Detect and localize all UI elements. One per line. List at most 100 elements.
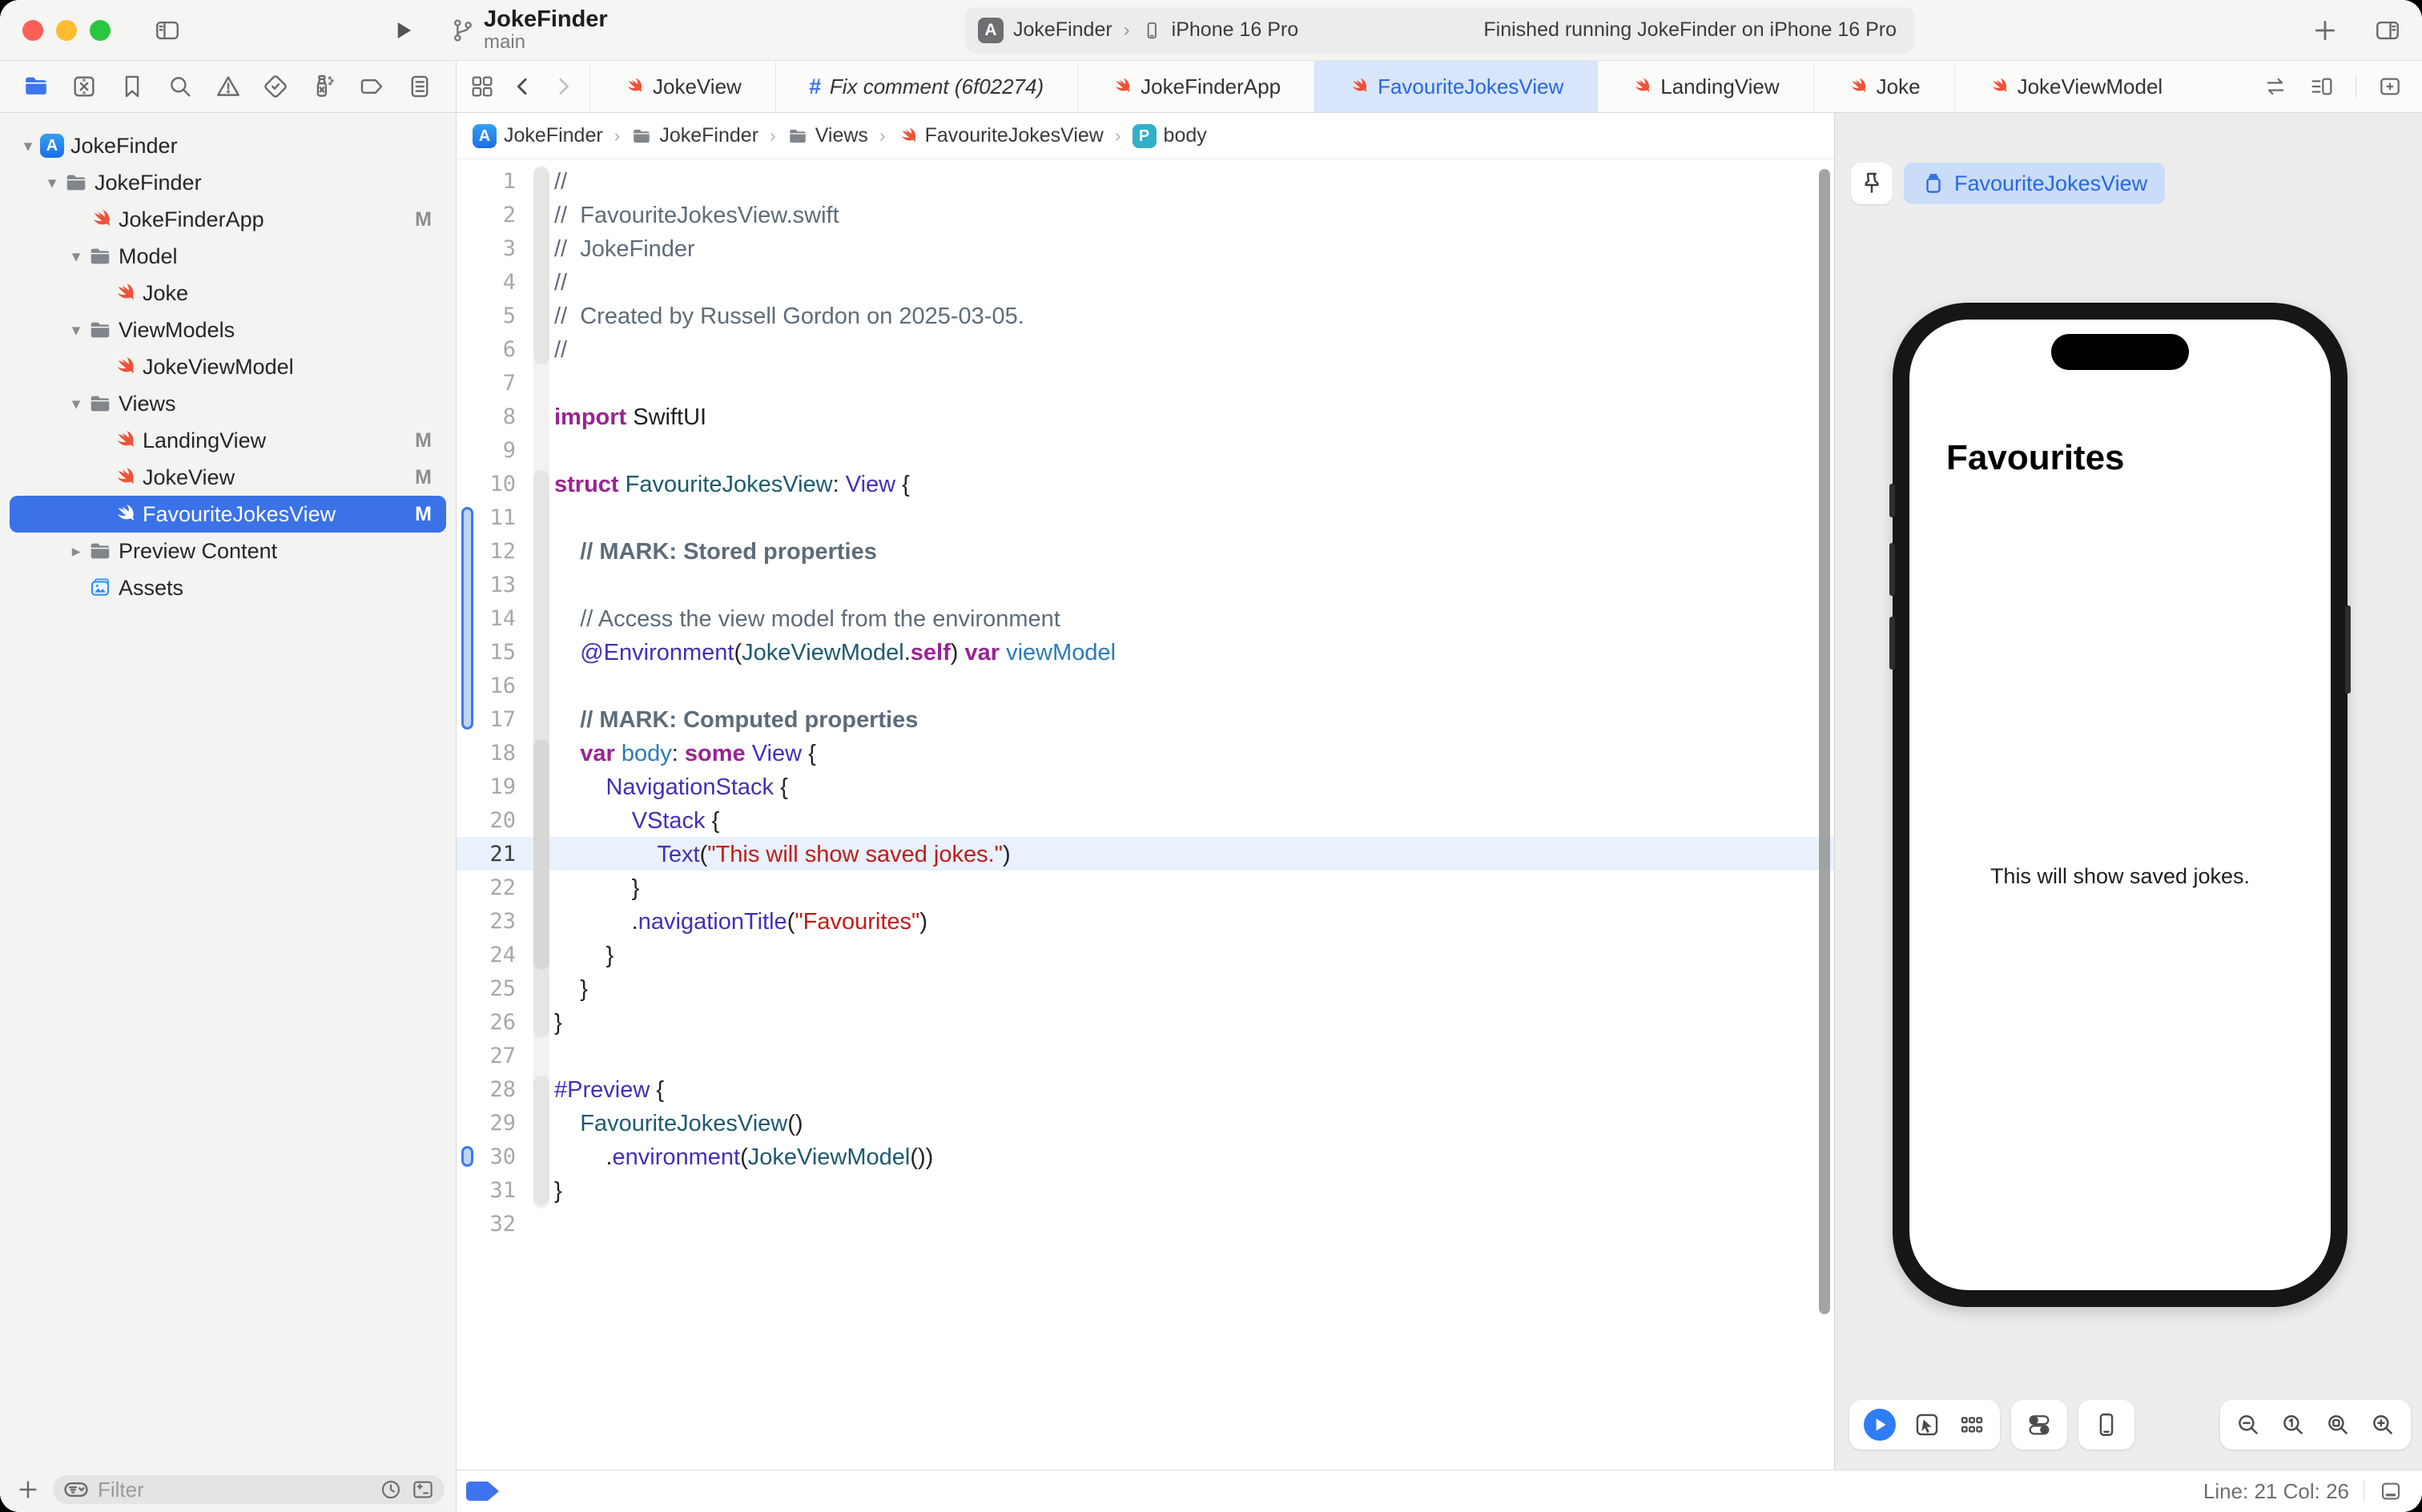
- zoom-window-button[interactable]: [90, 20, 111, 41]
- code-line-1[interactable]: 1//: [457, 164, 1834, 198]
- bookmark-navigator-icon[interactable]: [119, 73, 146, 100]
- chevron-right-icon[interactable]: ▸: [64, 541, 88, 561]
- device-settings-icon[interactable]: [2026, 1411, 2053, 1438]
- code-line-30[interactable]: 30 .environment(JokeViewModel()): [457, 1140, 1834, 1173]
- device-icon[interactable]: [2093, 1411, 2120, 1438]
- code-line-6[interactable]: 6//: [457, 332, 1834, 366]
- code-line-14[interactable]: 14 // Access the view model from the env…: [457, 601, 1834, 635]
- toggle-right-inspector-icon[interactable]: [2374, 17, 2401, 44]
- issue-navigator-icon[interactable]: [215, 73, 242, 100]
- code-line-13[interactable]: 13: [457, 568, 1834, 601]
- toggle-left-sidebar-icon[interactable]: [154, 17, 181, 44]
- chevron-down-icon[interactable]: ▾: [40, 173, 64, 193]
- chevron-down-icon[interactable]: ▾: [64, 320, 88, 340]
- chevron-down-icon[interactable]: ▾: [16, 136, 40, 156]
- bottom-bar-toggle-icon[interactable]: [2379, 1479, 2403, 1503]
- pin-preview-button[interactable]: [1851, 163, 1893, 204]
- code-line-9[interactable]: 9: [457, 433, 1834, 467]
- find-navigator-icon[interactable]: [167, 73, 194, 100]
- sidebar-item-jokeviewmodel[interactable]: JokeViewModel: [10, 348, 446, 385]
- source-control-navigator-icon[interactable]: [70, 73, 98, 100]
- code-line-16[interactable]: 16: [457, 669, 1834, 702]
- code-line-31[interactable]: 31}: [457, 1173, 1834, 1207]
- tab-jokeviewmodel[interactable]: JokeViewModel: [1954, 61, 2197, 112]
- device-screen[interactable]: Favourites This will show saved jokes.: [1909, 320, 2331, 1290]
- code-line-7[interactable]: 7: [457, 366, 1834, 400]
- filter-scope-icon[interactable]: [411, 1478, 435, 1502]
- code-line-12[interactable]: 12 // MARK: Stored properties: [457, 534, 1834, 568]
- sidebar-item-preview-content[interactable]: ▸Preview Content: [10, 533, 446, 569]
- sidebar-item-views[interactable]: ▾Views: [10, 385, 446, 422]
- zoom-in-icon[interactable]: [2369, 1411, 2396, 1438]
- breadcrumb-item[interactable]: JokeFinder: [631, 124, 758, 147]
- breadcrumb-item[interactable]: FavouriteJokesView: [897, 124, 1104, 147]
- sidebar-item-jokefinder[interactable]: ▾AJokeFinder: [10, 127, 446, 164]
- tab-fix-comment-6f02274-[interactable]: #Fix comment (6f02274): [775, 61, 1077, 112]
- filter-field[interactable]: Filter: [53, 1475, 445, 1504]
- code-line-5[interactable]: 5// Created by Russell Gordon on 2025-03…: [457, 299, 1834, 332]
- tab-joke[interactable]: Joke: [1813, 61, 1954, 112]
- report-navigator-icon[interactable]: [406, 73, 433, 100]
- go-back-icon[interactable]: [511, 74, 535, 99]
- zoom-actual-size-icon[interactable]: [2279, 1411, 2307, 1438]
- breadcrumb-item[interactable]: AJokeFinder: [473, 124, 603, 148]
- code-line-23[interactable]: 23 .navigationTitle("Favourites"): [457, 904, 1834, 938]
- zoom-to-fit-icon[interactable]: [2324, 1411, 2352, 1438]
- editor-scrollbar[interactable]: [1819, 169, 1830, 1314]
- code-line-24[interactable]: 24 }: [457, 938, 1834, 971]
- minimize-window-button[interactable]: [56, 20, 77, 41]
- breadcrumb-item[interactable]: Views: [787, 124, 868, 147]
- sidebar-item-jokeview[interactable]: JokeViewM: [10, 459, 446, 496]
- code-line-2[interactable]: 2// FavouriteJokesView.swift: [457, 198, 1834, 231]
- code-line-4[interactable]: 4//: [457, 265, 1834, 299]
- code-line-29[interactable]: 29 FavouriteJokesView(): [457, 1106, 1834, 1140]
- code-line-19[interactable]: 19 NavigationStack {: [457, 770, 1834, 803]
- editor-options-icon[interactable]: [2309, 74, 2335, 99]
- test-navigator-icon[interactable]: [262, 73, 289, 100]
- code-area[interactable]: 1//2// FavouriteJokesView.swift3// JokeF…: [457, 159, 1834, 1470]
- code-line-18[interactable]: 18 var body: some View {: [457, 736, 1834, 770]
- debug-navigator-icon[interactable]: [310, 73, 337, 100]
- code-line-8[interactable]: 8import SwiftUI: [457, 400, 1834, 433]
- sidebar-item-assets[interactable]: Assets: [10, 569, 446, 606]
- selectable-mode-icon[interactable]: [1913, 1411, 1941, 1438]
- iphone-preview-device[interactable]: Favourites This will show saved jokes.: [1893, 303, 2348, 1307]
- add-tab-icon[interactable]: [2311, 17, 2339, 44]
- close-window-button[interactable]: [22, 20, 43, 41]
- sidebar-item-favouritejokesview[interactable]: FavouriteJokesViewM: [10, 496, 446, 533]
- sidebar-item-model[interactable]: ▾Model: [10, 238, 446, 275]
- code-line-15[interactable]: 15 @Environment(JokeViewModel.self) var …: [457, 635, 1834, 669]
- code-line-28[interactable]: 28#Preview {: [457, 1072, 1834, 1106]
- breakpoint-indicator-icon[interactable]: [465, 1480, 501, 1502]
- sidebar-item-jokefinderapp[interactable]: JokeFinderAppM: [10, 201, 446, 238]
- code-line-25[interactable]: 25 }: [457, 971, 1834, 1005]
- live-preview-button[interactable]: [1864, 1409, 1896, 1441]
- project-navigator-icon[interactable]: [22, 73, 50, 100]
- tab-landingview[interactable]: LandingView: [1597, 61, 1812, 112]
- breadcrumb-item[interactable]: Pbody: [1133, 124, 1207, 148]
- tab-jokefinderapp[interactable]: JokeFinderApp: [1077, 61, 1314, 112]
- add-file-icon[interactable]: [16, 1478, 40, 1502]
- code-line-20[interactable]: 20 VStack {: [457, 803, 1834, 837]
- code-line-22[interactable]: 22 }: [457, 871, 1834, 904]
- code-line-3[interactable]: 3// JokeFinder: [457, 231, 1834, 265]
- sidebar-item-joke[interactable]: Joke: [10, 275, 446, 312]
- activity-status-bar[interactable]: A JokeFinder › iPhone 16 Pro Finished ru…: [965, 7, 1914, 53]
- code-line-11[interactable]: 11: [457, 501, 1834, 534]
- breakpoint-navigator-icon[interactable]: [358, 73, 385, 100]
- code-line-26[interactable]: 26}: [457, 1005, 1834, 1039]
- chevron-down-icon[interactable]: ▾: [64, 247, 88, 267]
- go-forward-icon[interactable]: [551, 74, 575, 99]
- code-line-21[interactable]: 21 Text("This will show saved jokes."): [457, 837, 1834, 871]
- tab-jokeview[interactable]: JokeView: [589, 61, 775, 112]
- related-items-icon[interactable]: [469, 74, 495, 99]
- preview-target-chip[interactable]: FavouriteJokesView: [1904, 163, 2165, 204]
- zoom-out-icon[interactable]: [2235, 1411, 2262, 1438]
- sidebar-item-viewmodels[interactable]: ▾ViewModels: [10, 312, 446, 348]
- code-line-17[interactable]: 17 // MARK: Computed properties: [457, 702, 1834, 736]
- tab-favouritejokesview[interactable]: FavouriteJokesView: [1314, 61, 1597, 112]
- sidebar-item-landingview[interactable]: LandingViewM: [10, 422, 446, 459]
- swap-editors-icon[interactable]: [2263, 74, 2288, 99]
- recent-files-icon[interactable]: [379, 1478, 403, 1502]
- run-button[interactable]: [391, 18, 415, 42]
